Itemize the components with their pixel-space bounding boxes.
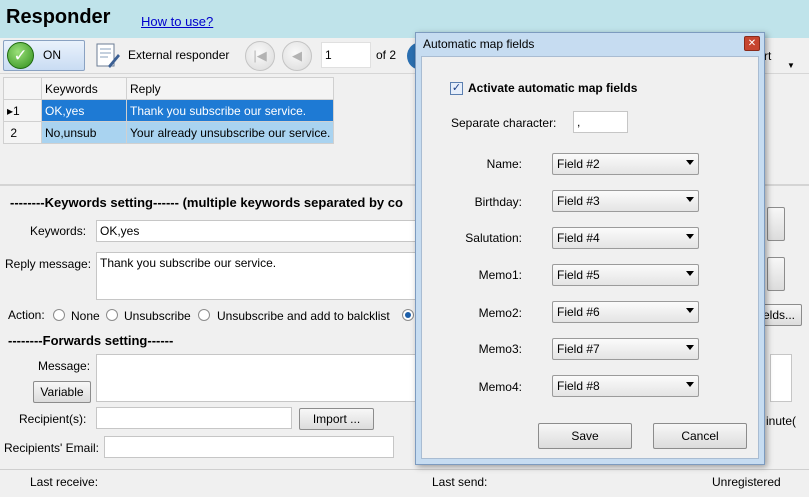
last-receive-label: Last receive: [30, 475, 99, 489]
forward-message-field[interactable] [96, 354, 426, 402]
chevron-down-icon [686, 345, 694, 350]
map-select-memo3[interactable]: Field #7 [552, 338, 699, 360]
chevron-down-icon [686, 308, 694, 313]
registration-status: Unregistered [712, 475, 781, 489]
first-page-icon: |◀ [253, 48, 267, 63]
action-label: Action: [8, 308, 45, 322]
table-row[interactable]: 2 No,unsub Your already unsubscribe our … [3, 121, 335, 144]
recipients-field[interactable] [96, 407, 292, 429]
map-label-birthday: Birthday: [474, 195, 522, 209]
reply-message-label: Reply message: [5, 257, 92, 271]
side-button-2[interactable] [767, 257, 785, 291]
column-header-keywords[interactable]: Keywords [41, 77, 127, 100]
keywords-label: Keywords: [30, 224, 87, 238]
map-select-memo1[interactable]: Field #5 [552, 264, 699, 286]
cell-keywords[interactable]: No,unsub [41, 121, 127, 144]
external-responder-icon[interactable] [94, 42, 120, 69]
page-number-input[interactable]: 1 [321, 42, 371, 68]
separator-input[interactable]: , [573, 111, 628, 133]
map-select-salutation[interactable]: Field #4 [552, 227, 699, 249]
save-button[interactable]: Save [538, 423, 632, 449]
cell-reply[interactable]: Your already unsubscribe our service. [125, 121, 335, 144]
map-label-memo3: Memo3: [478, 342, 522, 356]
map-label-memo4: Memo4: [478, 380, 522, 394]
column-header-reply[interactable]: Reply [125, 77, 335, 100]
forwards-setting-title: --------Forwards setting------ [8, 333, 174, 348]
row-number: ▸1 [3, 99, 42, 122]
message-label: Message: [38, 359, 91, 373]
map-select-birthday[interactable]: Field #3 [552, 190, 699, 212]
page-count-label: of 2 [376, 48, 397, 62]
action-none-label: None [71, 309, 100, 323]
last-send-label: Last send: [432, 475, 488, 489]
first-page-button[interactable]: |◀ [245, 41, 275, 71]
action-blacklist-radio[interactable] [198, 309, 210, 321]
dialog-title: Automatic map fields [423, 37, 535, 51]
external-responder-button[interactable]: External responder [128, 48, 229, 62]
chevron-down-icon [686, 160, 694, 165]
on-label: ON [43, 48, 61, 62]
chevron-down-icon [686, 271, 694, 276]
reply-message-field[interactable]: Thank you subscribe our service. [96, 252, 426, 300]
cell-keywords[interactable]: OK,yes [41, 99, 127, 122]
close-icon[interactable]: ✕ [744, 36, 760, 51]
map-select-memo4[interactable]: Field #8 [552, 375, 699, 397]
map-select-memo2[interactable]: Field #6 [552, 301, 699, 323]
map-label-salutation: Salutation: [465, 231, 522, 245]
prev-page-button[interactable]: ◀ [282, 41, 312, 71]
responder-table: Keywords Reply ▸1 OK,yes Thank you subsc… [3, 77, 335, 144]
minute-label: inute( [766, 414, 797, 428]
separator-label: Separate character: [451, 116, 557, 130]
action-none-radio[interactable] [53, 309, 65, 321]
side-button-1[interactable] [767, 207, 785, 241]
action-unsubscribe-radio[interactable] [106, 309, 118, 321]
map-label-name: Name: [486, 157, 522, 171]
recipients-label: Recipient(s): [19, 412, 87, 426]
action-unsubscribe-label: Unsubscribe [124, 309, 191, 323]
page-title: Responder [6, 6, 111, 28]
activate-label: Activate automatic map fields [468, 81, 638, 95]
map-select-name[interactable]: Field #2 [552, 153, 699, 175]
checkmark-icon: ✓ [7, 42, 34, 69]
checkmark-icon: ✓ [451, 82, 462, 94]
map-label-memo2: Memo2: [478, 306, 522, 320]
toolbar-right-label: rt [764, 49, 772, 63]
cancel-button[interactable]: Cancel [653, 423, 747, 449]
chevron-down-icon [686, 234, 694, 239]
action-forward-radio[interactable] [402, 309, 414, 321]
import-button[interactable]: Import ... [299, 408, 374, 430]
chevron-down-icon [686, 197, 694, 202]
row-header-corner [3, 77, 42, 100]
how-to-use-link[interactable]: How to use? [141, 14, 213, 29]
status-bar [0, 469, 809, 497]
cell-reply[interactable]: Thank you subscribe our service. [125, 99, 335, 122]
recipients-email-field[interactable] [104, 436, 394, 458]
action-blacklist-label: Unsubscribe and add to balcklist [217, 309, 390, 323]
activate-checkbox[interactable]: ✓ [450, 82, 463, 95]
map-label-memo1: Memo1: [478, 268, 522, 282]
table-row[interactable]: ▸1 OK,yes Thank you subscribe our servic… [3, 99, 335, 122]
prev-page-icon: ◀ [292, 48, 302, 63]
table-header-row: Keywords Reply [3, 77, 335, 100]
keywords-setting-title: --------Keywords setting------ (multiple… [10, 195, 403, 210]
recipients-email-label: Recipients' Email: [4, 441, 99, 455]
row-number: 2 [3, 121, 42, 144]
keywords-field[interactable]: OK,yes [96, 220, 426, 242]
chevron-down-icon[interactable]: ▼ [787, 62, 795, 70]
map-fields-button[interactable]: elds... [760, 304, 802, 326]
variable-button[interactable]: Variable [33, 381, 91, 403]
right-panel-field[interactable] [770, 354, 792, 402]
chevron-down-icon [686, 382, 694, 387]
